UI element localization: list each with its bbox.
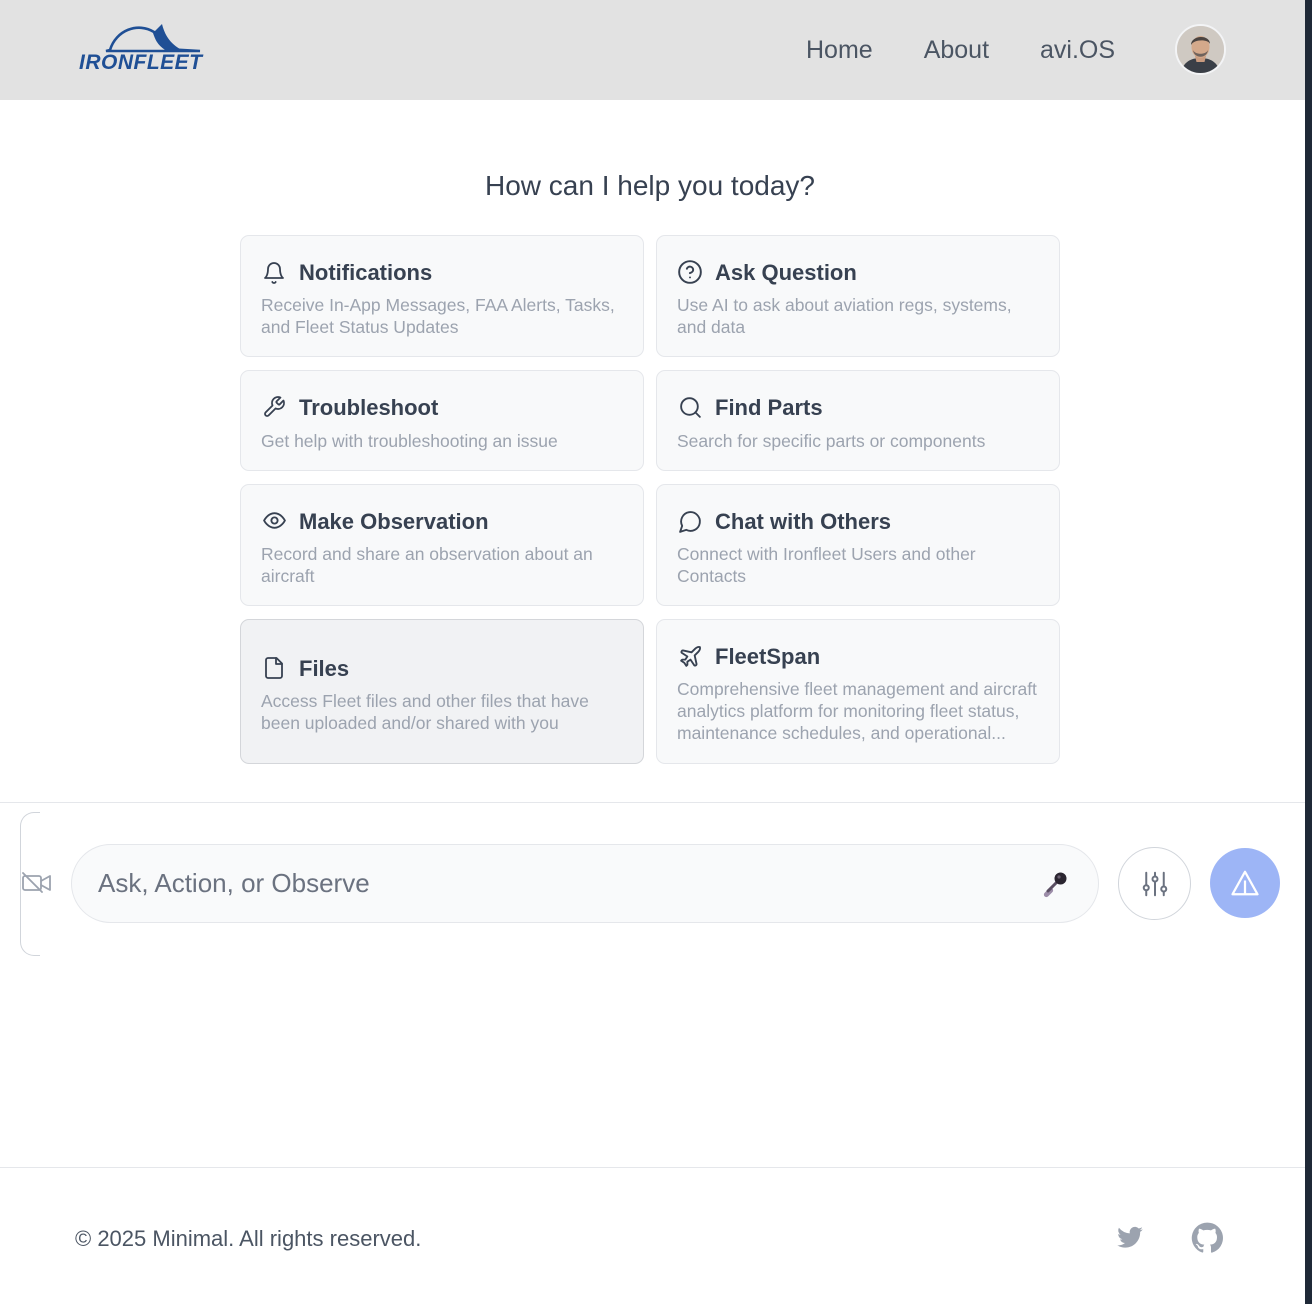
card-fleetspan[interactable]: FleetSpan Comprehensive fleet management… <box>656 619 1060 764</box>
card-description: Search for specific parts or components <box>677 431 986 451</box>
main-nav: Home About avi.OS <box>806 33 1115 67</box>
card-description: Comprehensive fleet management and aircr… <box>677 679 1037 743</box>
user-avatar[interactable] <box>1175 24 1226 75</box>
card-notifications[interactable]: Notifications Receive In-App Messages, F… <box>240 235 644 357</box>
card-title: Ask Question <box>715 260 857 285</box>
sliders-icon <box>1142 871 1167 896</box>
nav-home[interactable]: Home <box>806 36 873 65</box>
card-title: Make Observation <box>299 509 489 534</box>
logo-text: IRONFLEET <box>79 51 203 74</box>
card-description: Record and share an observation about an… <box>261 544 593 586</box>
question-circle-icon <box>677 259 703 285</box>
card-description: Connect with Ironfleet Users and other C… <box>677 544 976 586</box>
eye-icon <box>261 507 287 533</box>
card-description: Access Fleet files and other files that … <box>261 691 589 733</box>
card-title: FleetSpan <box>715 644 821 669</box>
card-troubleshoot[interactable]: Troubleshoot Get help with troubleshooti… <box>240 370 644 471</box>
card-title: Notifications <box>299 260 433 285</box>
video-off-icon[interactable] <box>22 872 52 894</box>
card-files[interactable]: Files Access Fleet files and other files… <box>240 619 644 764</box>
card-title: Troubleshoot <box>299 395 439 420</box>
card-description: Receive In-App Messages, FAA Alerts, Tas… <box>261 295 615 337</box>
card-make-observation[interactable]: Make Observation Record and share an obs… <box>240 484 644 606</box>
bell-icon <box>261 260 287 286</box>
card-title: Chat with Others <box>715 509 892 534</box>
card-description: Use AI to ask about aviation regs, syste… <box>677 295 1012 337</box>
card-find-parts[interactable]: Find Parts Search for specific parts or … <box>656 370 1060 471</box>
top-nav-bar: IRONFLEET Home About avi.OS <box>0 0 1305 100</box>
chat-input[interactable] <box>98 845 1028 922</box>
card-ask-question[interactable]: Ask Question Use AI to ask about aviatio… <box>656 235 1060 357</box>
window-edge <box>1305 0 1312 1304</box>
wrench-icon <box>261 394 287 420</box>
chat-input-container <box>71 844 1099 923</box>
nav-avios[interactable]: avi.OS <box>1040 36 1115 65</box>
ironfleet-logo[interactable]: IRONFLEET <box>76 22 204 78</box>
nav-about[interactable]: About <box>924 36 989 65</box>
file-icon <box>261 655 287 681</box>
microphone-icon[interactable] <box>1039 869 1071 901</box>
page-title: How can I help you today? <box>485 170 815 201</box>
copyright-text: © 2025 Minimal. All rights reserved. <box>75 1226 422 1251</box>
search-icon <box>677 394 703 420</box>
card-title: Files <box>299 656 350 681</box>
card-description: Get help with troubleshooting an issue <box>261 431 558 451</box>
sliders-settings-button[interactable] <box>1118 847 1191 920</box>
avatar-portrait-icon <box>1177 26 1224 73</box>
send-button[interactable] <box>1210 848 1280 918</box>
github-icon[interactable] <box>1190 1221 1224 1255</box>
twitter-icon[interactable] <box>1113 1221 1147 1255</box>
footer-divider <box>0 1167 1305 1168</box>
card-title: Find Parts <box>715 395 823 420</box>
chat-bubble-icon <box>677 508 703 534</box>
send-icon <box>1231 870 1259 896</box>
card-chat-with-others[interactable]: Chat with Others Connect with Ironfleet … <box>656 484 1060 606</box>
chat-divider <box>0 802 1305 803</box>
plane-icon <box>677 643 703 669</box>
